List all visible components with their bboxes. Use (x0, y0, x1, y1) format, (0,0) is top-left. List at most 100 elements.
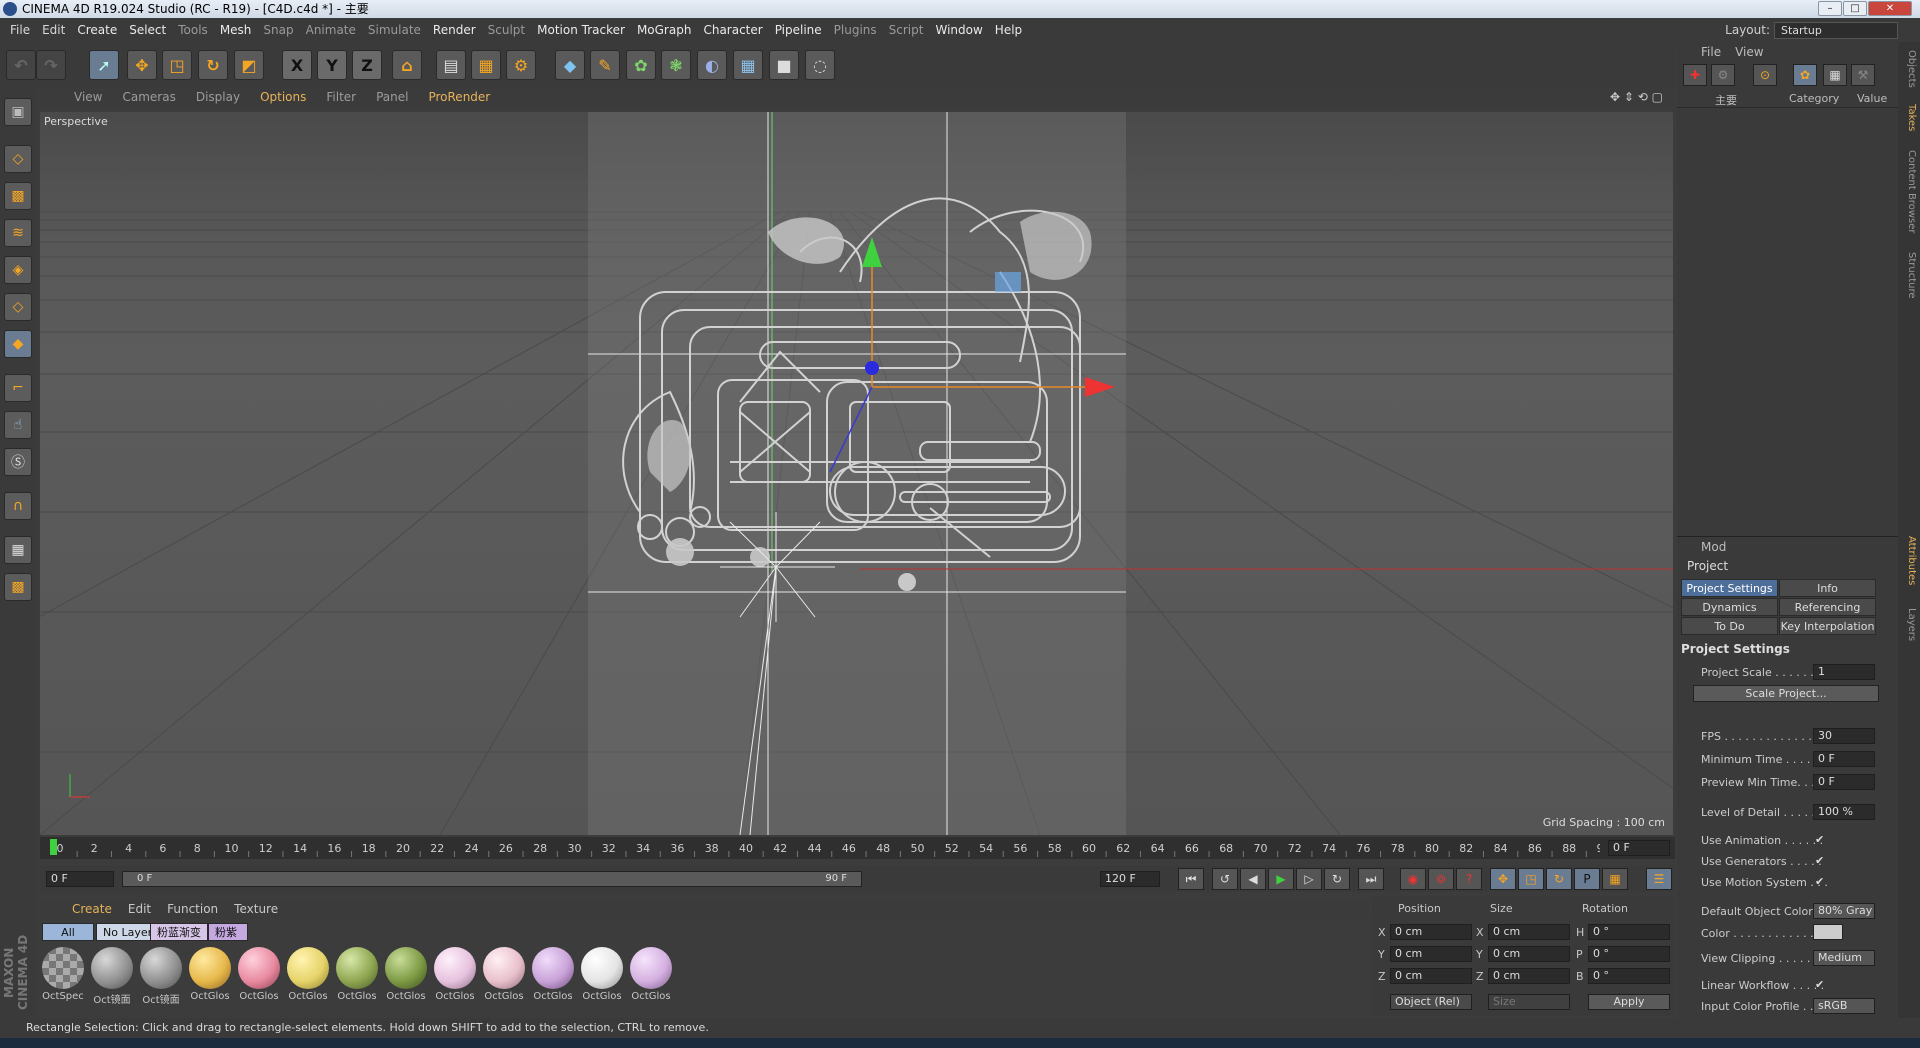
obj-menu-view[interactable]: View (1735, 45, 1763, 59)
solo-mode-icon[interactable]: Ⓢ (4, 448, 32, 476)
tab-dynamics[interactable]: Dynamics (1681, 598, 1778, 616)
size-y-field[interactable]: 0 cm (1488, 946, 1570, 962)
go-to-start-icon[interactable]: ⏮ (1178, 868, 1204, 890)
key-scale-icon[interactable]: ◳ (1518, 868, 1544, 890)
take-render-icon[interactable]: ▦ (1823, 64, 1847, 86)
side-tab-structure[interactable]: Structure (1901, 252, 1917, 299)
move-tool-icon[interactable]: ✥ (127, 50, 157, 80)
locked-workplane-icon[interactable]: ▦ (4, 536, 32, 564)
take-list[interactable] (1677, 109, 1898, 509)
close-button[interactable]: ✕ (1868, 1, 1912, 16)
material-item[interactable]: OctSpec (40, 947, 86, 1009)
next-key-icon[interactable]: ↻ (1324, 868, 1350, 890)
menu-snap[interactable]: Snap (257, 23, 299, 37)
menu-mesh[interactable]: Mesh (214, 23, 258, 37)
menu-pipeline[interactable]: Pipeline (769, 23, 828, 37)
timeline-window-icon[interactable]: ☰ (1646, 868, 1672, 890)
vp-menu-cameras[interactable]: Cameras (112, 90, 185, 104)
pos-z-field[interactable]: 0 cm (1390, 968, 1472, 984)
auto-take-icon[interactable]: ✿ (1793, 64, 1817, 86)
material-item[interactable]: OctGlos (334, 947, 380, 1009)
menu-create[interactable]: Create (71, 23, 123, 37)
key-parameter-icon[interactable]: P (1574, 868, 1600, 890)
texture-mode-icon[interactable]: ▩ (4, 182, 32, 210)
side-tab-objects[interactable]: Objects (1901, 50, 1917, 88)
cube-primitive-icon[interactable]: ◆ (555, 50, 585, 80)
planar-workplane-icon[interactable]: ▩ (4, 573, 32, 601)
tweak-mode-icon[interactable]: ☝ (4, 411, 32, 439)
x-axis-lock-button[interactable]: X (282, 50, 312, 80)
min-time-field[interactable]: 0 F (1813, 751, 1875, 767)
side-tab-content-browser[interactable]: Content Browser (1901, 150, 1917, 233)
render-settings-icon[interactable]: ⚙ (506, 50, 536, 80)
tab-referencing[interactable]: Referencing (1779, 598, 1876, 616)
subdivision-surface-icon[interactable]: ✿ (626, 50, 656, 80)
root-take-label[interactable]: 主要 (1715, 92, 1737, 108)
mat-menu-edit[interactable]: Edit (120, 902, 159, 916)
rot-b-field[interactable]: 0 ° (1588, 968, 1670, 984)
menu-character[interactable]: Character (697, 23, 768, 37)
key-position-icon[interactable]: ✥ (1490, 868, 1516, 890)
menu-mograph[interactable]: MoGraph (631, 23, 698, 37)
menu-animate[interactable]: Animate (300, 23, 362, 37)
size-z-field[interactable]: 0 cm (1488, 968, 1570, 984)
menu-simulate[interactable]: Simulate (362, 23, 427, 37)
floor-icon[interactable]: ▦ (733, 50, 763, 80)
next-frame-icon[interactable]: ▷ (1296, 868, 1322, 890)
use-motion-checkbox[interactable]: ✔ (1815, 876, 1827, 888)
coordinate-mode-select[interactable]: Object (Rel) (1390, 994, 1472, 1010)
light-icon[interactable]: ◌ (805, 50, 835, 80)
make-editable-icon[interactable]: ▣ (4, 98, 32, 126)
material-item[interactable]: OctGlos (187, 947, 233, 1009)
fps-field[interactable]: 30 (1813, 728, 1875, 744)
axis-mode-icon[interactable]: ⌐ (4, 374, 32, 402)
recent-tools-icon[interactable]: ◩ (234, 50, 264, 80)
use-generators-checkbox[interactable]: ✔ (1815, 855, 1827, 867)
spline-pen-icon[interactable]: ✎ (590, 50, 620, 80)
rot-p-field[interactable]: 0 ° (1588, 946, 1670, 962)
key-pla-icon[interactable]: ▦ (1602, 868, 1628, 890)
mat-menu-texture[interactable]: Texture (226, 902, 286, 916)
camera-icon[interactable]: ■ (769, 50, 799, 80)
menu-window[interactable]: Window (929, 23, 988, 37)
model-mode-icon[interactable]: ◇ (4, 145, 32, 173)
vp-menu-panel[interactable]: Panel (366, 90, 418, 104)
maximize-button[interactable]: □ (1843, 1, 1867, 16)
size-mode-select[interactable]: Size (1488, 994, 1570, 1010)
menu-script[interactable]: Script (883, 23, 930, 37)
linear-workflow-checkbox[interactable]: ✔ (1815, 979, 1827, 991)
take-manager-icon[interactable]: ✚ (1683, 64, 1707, 86)
take-gear-icon[interactable]: ⚙ (1711, 64, 1735, 86)
side-tab-takes[interactable]: Takes (1901, 104, 1917, 131)
vp-menu-display[interactable]: Display (186, 90, 250, 104)
minimize-button[interactable]: – (1818, 1, 1842, 16)
menu-plugins[interactable]: Plugins (828, 23, 883, 37)
workplane-mode-icon[interactable]: ≋ (4, 219, 32, 247)
material-item[interactable]: OctGlos (285, 947, 331, 1009)
side-tab-attributes[interactable]: Attributes (1901, 536, 1917, 585)
override-icon[interactable]: ⊙ (1753, 64, 1777, 86)
tab-project-settings[interactable]: Project Settings (1681, 579, 1778, 597)
menu-help[interactable]: Help (989, 23, 1028, 37)
menu-file[interactable]: File (4, 23, 36, 37)
tab-key-interpolation[interactable]: Key Interpolation (1779, 617, 1876, 635)
use-animation-checkbox[interactable]: ✔ (1815, 834, 1827, 846)
take-tools-icon[interactable]: ⚒ (1851, 64, 1875, 86)
menu-render[interactable]: Render (427, 23, 482, 37)
y-axis-lock-button[interactable]: Y (317, 50, 347, 80)
material-item[interactable]: OctGlos (236, 947, 282, 1009)
scale-tool-icon[interactable]: ◳ (162, 50, 192, 80)
cloner-icon[interactable]: ❃ (661, 50, 691, 80)
pos-y-field[interactable]: 0 cm (1390, 946, 1472, 962)
pos-x-field[interactable]: 0 cm (1390, 924, 1472, 940)
input-profile-select[interactable]: sRGB (1813, 998, 1875, 1014)
material-item[interactable]: OctGlos (579, 947, 625, 1009)
default-color-select[interactable]: 80% Gray (1813, 903, 1875, 919)
deformer-icon[interactable]: ◐ (697, 50, 727, 80)
material-item[interactable]: OctGlos (432, 947, 478, 1009)
edges-mode-icon[interactable]: ◇ (4, 293, 32, 321)
end-frame-field[interactable]: 120 F (1100, 871, 1160, 887)
key-rotation-icon[interactable]: ↻ (1546, 868, 1572, 890)
menu-motion-tracker[interactable]: Motion Tracker (531, 23, 631, 37)
preview-range-slider[interactable]: 0 F 90 F (122, 871, 862, 887)
